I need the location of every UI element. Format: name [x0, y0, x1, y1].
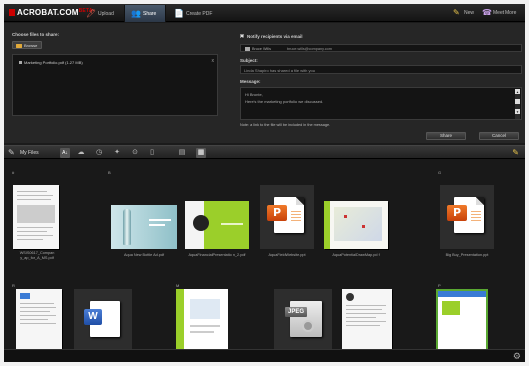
file-card[interactable] [172, 287, 234, 351]
gear-icon[interactable]: ⚙ [513, 351, 521, 362]
ad-thumbnail [111, 205, 177, 249]
tab-create-pdf[interactable]: 📄 Create PDF [168, 5, 220, 22]
pen-icon: ✎ [8, 148, 15, 157]
list-view-icon[interactable]: ▤ [177, 148, 187, 158]
pdf-file-icon [19, 60, 22, 64]
file-card[interactable]: WSIS0617_Compan y_ap_for_A_MS.pdf [8, 181, 66, 267]
scroll-down-icon[interactable]: ▼ [515, 109, 520, 114]
tab-share[interactable]: 👥 Share [124, 5, 166, 22]
file-card[interactable]: AquaFinancialPresentatio n_2.pdf [182, 181, 252, 267]
status-bar: ⚙ [4, 349, 525, 362]
file-name: AquaPotentialDrawMap.pd f [332, 253, 380, 257]
selected-files-list: Marketing Portfolio.pdf (1.27 MB) x [12, 54, 218, 116]
choose-files-label: Choose files to share: [12, 32, 60, 37]
app-window: ACROBAT.COMBETA 🖊 Upload 👥 Share 📄 Creat… [4, 4, 525, 362]
upload-icon: 🖊 [86, 9, 97, 18]
share-panel: Choose files to share: Browse Marketing … [4, 23, 525, 143]
sender-chip: Bruce Wills [245, 46, 271, 51]
subject-input[interactable]: Linda Shapiro has shared a file with you [240, 65, 522, 74]
message-label: Message: [240, 79, 261, 84]
pdf-thumbnail [13, 185, 59, 249]
ppt-thumbnail: P [260, 185, 314, 249]
file-name: AquaFinancialPresentatio n_2.pdf [188, 253, 246, 257]
map-thumbnail [324, 201, 388, 249]
group-label: # [12, 170, 15, 175]
pdf-thumbnail [16, 289, 62, 351]
scroll-up-icon[interactable]: ▲ [515, 89, 520, 94]
collapse-icon[interactable]: ✎ [512, 148, 519, 157]
message-textarea[interactable]: Hi Bronte, Here's the marketing portfoli… [240, 87, 522, 120]
message-line: Here's the marketing portfolio we discus… [245, 99, 324, 104]
file-name: Big Buy_Presentation.ppt [445, 253, 489, 257]
remove-file-button[interactable]: x [212, 58, 215, 64]
file-card[interactable] [8, 287, 70, 351]
clock-icon[interactable]: ◷ [94, 148, 104, 158]
ppt-file-icon: P [267, 197, 304, 233]
jpeg-thumbnail: JPEG [274, 289, 332, 351]
file-card[interactable]: AquaPotentialDrawMap.pd f [320, 181, 392, 267]
file-card[interactable]: W [70, 287, 136, 351]
browse-button[interactable]: Browse [12, 41, 42, 49]
notify-checkbox[interactable] [240, 34, 244, 38]
message-line: Hi Bronte, [245, 92, 263, 97]
file-name: Aqua New Bottle Ad.pdf [123, 253, 165, 257]
cancel-button[interactable]: Cancel [479, 132, 519, 140]
subject-label: Subject: [240, 58, 258, 63]
file-card[interactable] [336, 287, 398, 351]
share-note: Note: a link to the file will be include… [240, 123, 331, 127]
file-card[interactable]: JPEG [270, 287, 336, 351]
top-bar: ACROBAT.COMBETA 🖊 Upload 👥 Share 📄 Creat… [4, 4, 525, 22]
sender-email: bruce.wills@company.com [287, 46, 332, 51]
folder-icon [16, 43, 22, 48]
sort-az-icon[interactable]: A↓ [60, 148, 70, 158]
meet-icon: ☎ [482, 8, 492, 17]
file-name: AquaFieldWebsite.ppt [268, 253, 306, 257]
file-card[interactable]: Aqua New Bottle Ad.pdf [102, 181, 186, 267]
group-label: G [438, 170, 442, 175]
presentation-thumbnail [185, 201, 249, 249]
web-thumbnail [436, 289, 488, 351]
file-grid: # B G R M P WSIS0617_Compan y_ap_for_A_M… [4, 159, 525, 351]
grid-view-icon[interactable]: ▦ [196, 148, 206, 158]
tag-icon[interactable]: ✦ [112, 148, 122, 158]
group-label: B [108, 170, 111, 175]
meet-link[interactable]: ☎ Meet [482, 8, 504, 17]
ppt-thumbnail: P [440, 185, 494, 249]
tab-upload[interactable]: 🖊 Upload [80, 5, 122, 22]
new-link[interactable]: ✎ New [453, 8, 474, 17]
presentation-thumbnail [176, 289, 228, 351]
trash-icon[interactable]: ▯ [147, 148, 157, 158]
ppt-file-icon: P [447, 197, 484, 233]
share-button[interactable]: Share [426, 132, 466, 140]
jpeg-file-icon: JPEG [285, 301, 322, 337]
notify-label: Notify recipients via email [247, 34, 303, 39]
list-item: Marketing Portfolio.pdf (1.27 MB) [19, 60, 83, 65]
pdf-thumbnail [342, 289, 392, 351]
message-scrollbar[interactable]: ▲ ▼ [515, 89, 520, 119]
upload-cloud-icon[interactable]: ☁ [76, 148, 86, 158]
envelope-icon [245, 46, 250, 51]
word-thumbnail: W [74, 289, 132, 351]
share-icon: 👥 [131, 9, 141, 18]
pencil-icon: ✎ [453, 8, 460, 17]
my-files-title: My Files [20, 150, 39, 156]
files-toolbar: ✎ My Files A↓ ☁ ◷ ✦ ⊙ ▯ ▤ ▦ ✎ [4, 145, 525, 159]
from-field[interactable]: Bruce Wills bruce.wills@company.com [240, 44, 522, 52]
file-name: WSIS0617_Compan y_ap_for_A_MS.pdf [19, 251, 55, 260]
acrobat-logo-icon [9, 9, 15, 16]
word-file-icon: W [84, 301, 120, 337]
file-card[interactable]: P Big Buy_Presentation.ppt [434, 181, 500, 267]
filter-icon[interactable]: ⊙ [130, 148, 140, 158]
more-link[interactable]: More [505, 10, 516, 16]
file-card[interactable]: P AquaFieldWebsite.ppt [254, 181, 320, 267]
create-pdf-icon: 📄 [174, 9, 184, 18]
scroll-thumb[interactable] [515, 99, 520, 104]
file-card[interactable] [430, 287, 496, 351]
